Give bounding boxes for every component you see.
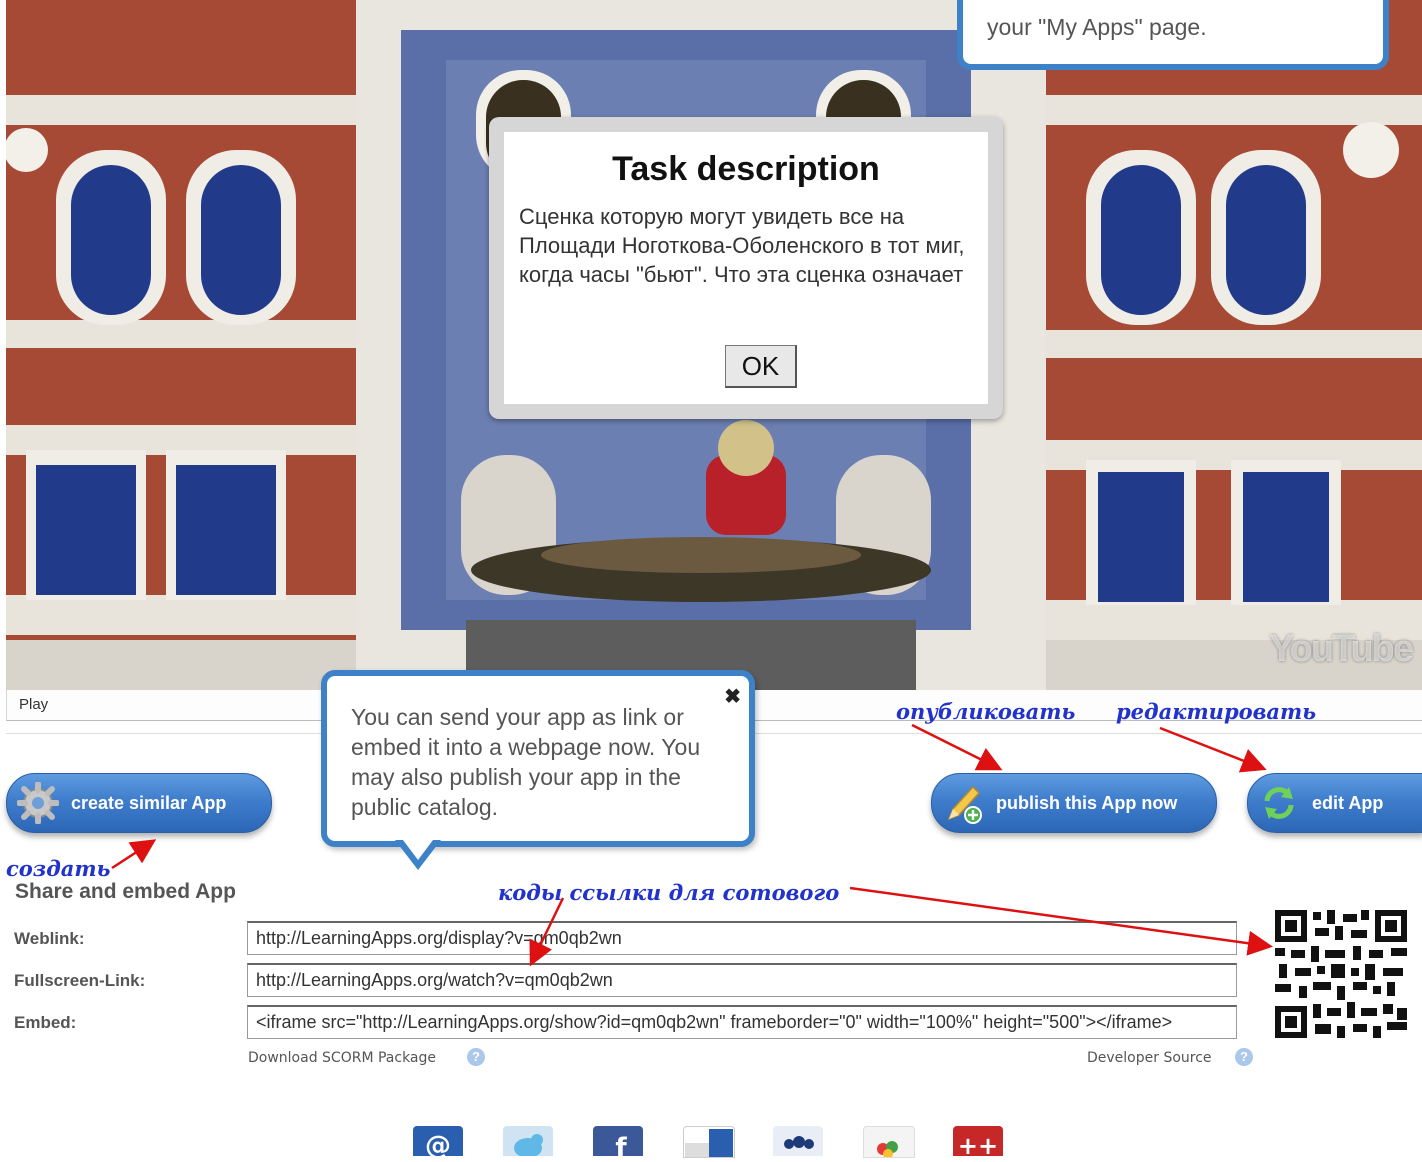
share-embed-title: Share and embed App <box>15 880 236 903</box>
pencil-add-icon <box>940 780 986 826</box>
edit-app-label: edit App <box>1312 792 1384 813</box>
embed-code-field[interactable]: <iframe src="http://LearningApps.org/sho… <box>247 1005 1237 1039</box>
weblink-label: Weblink: <box>14 929 85 948</box>
youtube-watermark: YouTube <box>1269 628 1414 670</box>
annotation-codes: коды ссылки для сотового <box>498 880 840 905</box>
my-apps-tooltip: your "My Apps" page. <box>957 0 1389 70</box>
close-icon[interactable]: ✖ <box>724 684 741 709</box>
task-dialog-title: Task description <box>612 150 880 188</box>
task-dialog-text: Сценка которую могут увидеть все на Площ… <box>519 204 965 287</box>
svg-text:++: ++ <box>958 1132 998 1156</box>
task-description-dialog: Task description Сценка которую могут ув… <box>489 117 1003 419</box>
fullscreen-link-label: Fullscreen-Link: <box>14 971 146 990</box>
svg-text:f: f <box>615 1133 627 1156</box>
my-apps-tooltip-text: your "My Apps" page. <box>987 14 1207 40</box>
annotation-edit: редактировать <box>1116 699 1317 724</box>
developer-source-link[interactable]: Developer Source <box>1087 1050 1212 1066</box>
tooltip-tail <box>395 840 441 870</box>
scorm-help-icon[interactable]: ? <box>467 1048 485 1066</box>
create-similar-app-label: create similar App <box>71 792 227 813</box>
annotation-create: создать <box>6 856 111 881</box>
download-scorm-link[interactable]: Download SCORM Package <box>248 1050 436 1066</box>
share-info-tooltip: You can send your app as link or embed i… <box>321 670 755 847</box>
svg-text:@: @ <box>425 1131 451 1156</box>
ok-button[interactable]: OK <box>725 345 797 388</box>
embed-label: Embed: <box>14 1013 77 1032</box>
delicious-icon[interactable] <box>683 1126 735 1158</box>
gear-icon <box>15 780 61 826</box>
refresh-arrows-icon <box>1256 780 1302 826</box>
edit-app-button[interactable]: edit App <box>1247 773 1422 833</box>
developer-help-icon[interactable]: ? <box>1235 1048 1253 1066</box>
google-icon[interactable] <box>863 1126 915 1159</box>
create-similar-app-button[interactable]: create similar App <box>6 773 272 833</box>
annotation-publish: опубликовать <box>896 699 1076 724</box>
fullscreen-link-field[interactable]: http://LearningApps.org/watch?v=qm0qb2wn <box>247 963 1237 997</box>
publish-app-button[interactable]: publish this App now <box>931 773 1217 833</box>
qr-code <box>1273 908 1409 1040</box>
publish-app-label: publish this App now <box>996 792 1178 813</box>
weblink-field[interactable]: http://LearningApps.org/display?v=qm0qb2… <box>247 921 1237 955</box>
task-dialog-body: Task description Сценка которую могут ув… <box>504 132 988 404</box>
play-button[interactable]: Play <box>19 696 48 713</box>
share-info-tooltip-text: You can send your app as link or embed i… <box>351 704 701 820</box>
